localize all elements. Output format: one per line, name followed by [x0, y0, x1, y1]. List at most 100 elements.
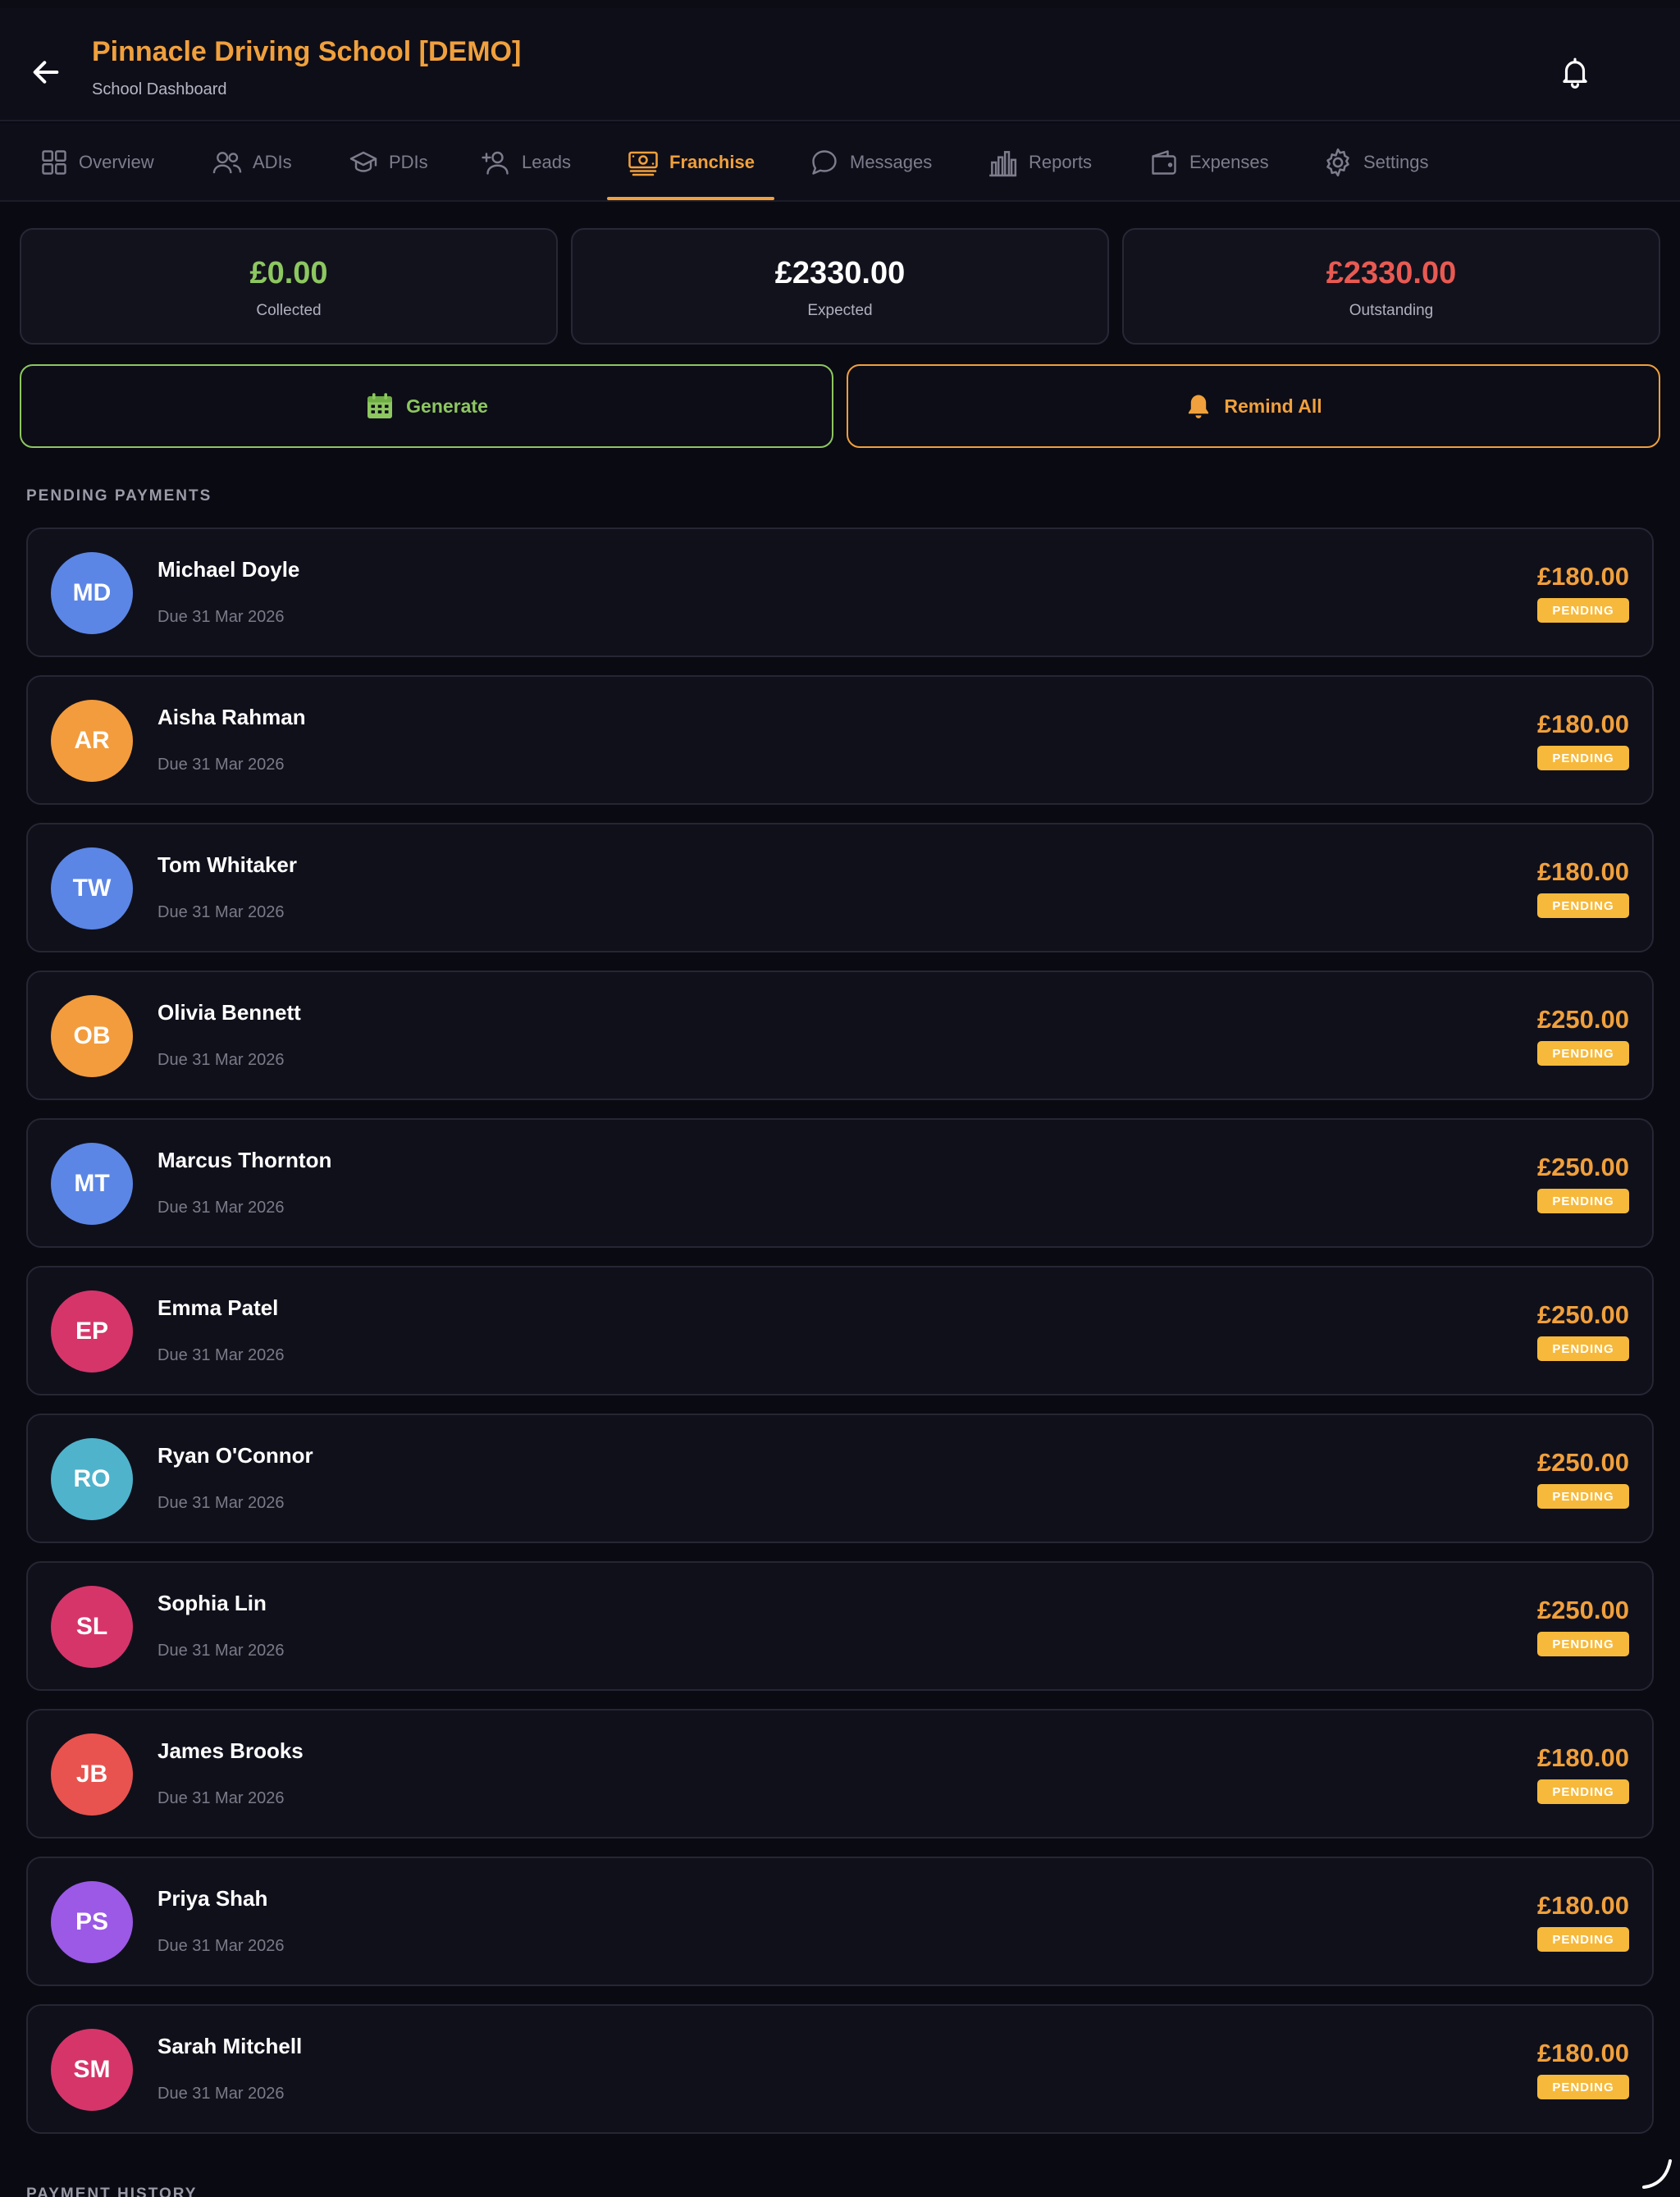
tab-label: Leads	[522, 152, 571, 172]
outstanding-label: Outstanding	[1349, 302, 1434, 319]
avatar: AR	[51, 700, 133, 782]
avatar: OB	[51, 995, 133, 1077]
users-icon	[212, 152, 242, 174]
bell-icon	[1563, 57, 1587, 89]
remind-all-button[interactable]: Remind All	[847, 364, 1660, 448]
tab-label: Reports	[1029, 152, 1093, 172]
status-badge: PENDING	[1537, 1927, 1629, 1952]
avatar: PS	[51, 1881, 133, 1963]
back-button[interactable]	[25, 51, 67, 94]
payment-row[interactable]: EP Emma Patel Due 31 Mar 2026 £250.00 PE…	[26, 1266, 1654, 1395]
due-date: Due 31 Mar 2026	[158, 1199, 285, 1217]
person-name: Aisha Rahman	[158, 705, 306, 729]
remind-all-label: Remind All	[1224, 395, 1322, 417]
avatar: SL	[51, 1586, 133, 1668]
grid-icon	[42, 150, 66, 175]
outstanding-card: £2330.00 Outstanding	[1122, 228, 1660, 345]
expected-label: Expected	[807, 302, 873, 319]
gear-icon	[1326, 148, 1349, 177]
due-date: Due 31 Mar 2026	[158, 1494, 285, 1512]
payment-amount: £180.00	[1536, 2039, 1629, 2067]
person-name: James Brooks	[158, 1738, 304, 1763]
payment-amount: £250.00	[1536, 1005, 1629, 1034]
payment-row[interactable]: SL Sophia Lin Due 31 Mar 2026 £250.00 PE…	[26, 1561, 1654, 1691]
expected-card: £2330.00 Expected	[571, 228, 1109, 345]
payment-history-heading: PAYMENT HISTORY	[26, 2186, 198, 2197]
status-badge: PENDING	[1537, 1779, 1629, 1804]
payment-amount: £180.00	[1536, 710, 1629, 738]
status-badge: PENDING	[1537, 598, 1629, 623]
payment-row[interactable]: PS Priya Shah Due 31 Mar 2026 £180.00 PE…	[26, 1857, 1654, 1986]
avatar: MD	[51, 552, 133, 634]
wallet-icon	[1152, 150, 1176, 175]
collected-amount: £0.00	[249, 256, 328, 290]
person-name: Emma Patel	[158, 1295, 279, 1320]
resize-handle-icon[interactable]	[1639, 2154, 1675, 2190]
tab-pdis[interactable]: PDIs	[348, 123, 428, 202]
payment-row[interactable]: JB James Brooks Due 31 Mar 2026 £180.00 …	[26, 1709, 1654, 1838]
status-badge: PENDING	[1537, 893, 1629, 918]
due-date: Due 31 Mar 2026	[158, 1642, 285, 1660]
franchise-dashboard-page: Pinnacle Driving School [DEMO] School Da…	[0, 0, 1680, 2197]
person-name: Ryan O'Connor	[158, 1443, 313, 1468]
payment-amount: £180.00	[1536, 1891, 1629, 1920]
payment-row[interactable]: OB Olivia Bennett Due 31 Mar 2026 £250.0…	[26, 971, 1654, 1100]
due-date: Due 31 Mar 2026	[158, 2085, 285, 2103]
avatar: EP	[51, 1290, 133, 1373]
tab-franchise[interactable]: Franchise	[627, 123, 755, 202]
outstanding-amount: £2330.00	[1326, 256, 1457, 290]
graduation-cap-icon	[349, 151, 377, 172]
pending-payments-heading: PENDING PAYMENTS	[26, 487, 212, 505]
status-badge: PENDING	[1537, 1041, 1629, 1066]
banknote-icon	[628, 151, 658, 176]
status-badge: PENDING	[1537, 1189, 1629, 1213]
user-plus-icon	[482, 151, 509, 175]
calendar-icon	[368, 393, 393, 418]
chat-bubble-icon	[812, 150, 837, 175]
bell-filled-icon	[1189, 395, 1209, 418]
due-date: Due 31 Mar 2026	[158, 756, 285, 774]
tab-settings[interactable]: Settings	[1322, 123, 1429, 202]
due-date: Due 31 Mar 2026	[158, 1937, 285, 1955]
person-name: Sophia Lin	[158, 1591, 267, 1615]
notifications-button[interactable]	[1552, 49, 1598, 95]
generate-button[interactable]: Generate	[20, 364, 833, 448]
status-badge: PENDING	[1537, 1632, 1629, 1656]
avatar: MT	[51, 1143, 133, 1225]
status-badge: PENDING	[1537, 1484, 1629, 1509]
tab-overview[interactable]: Overview	[39, 123, 154, 202]
tab-reports[interactable]: Reports	[986, 123, 1092, 202]
status-badge: PENDING	[1537, 1336, 1629, 1361]
dashboard-subtitle: School Dashboard	[92, 80, 227, 98]
payment-amount: £250.00	[1536, 1448, 1629, 1477]
payment-row[interactable]: MT Marcus Thornton Due 31 Mar 2026 £250.…	[26, 1118, 1654, 1248]
tab-label: ADIs	[253, 152, 292, 172]
payment-amount: £180.00	[1536, 562, 1629, 591]
tab-leads[interactable]: Leads	[481, 123, 571, 202]
status-bar	[0, 0, 1680, 8]
collected-label: Collected	[256, 302, 322, 319]
payment-amount: £250.00	[1536, 1300, 1629, 1329]
tab-adis[interactable]: ADIs	[212, 123, 292, 202]
payment-row[interactable]: TW Tom Whitaker Due 31 Mar 2026 £180.00 …	[26, 823, 1654, 952]
tab-label: PDIs	[389, 152, 428, 172]
person-name: Tom Whitaker	[158, 852, 297, 877]
due-date: Due 31 Mar 2026	[158, 1346, 285, 1364]
person-name: Marcus Thornton	[158, 1148, 332, 1172]
payment-row[interactable]: RO Ryan O'Connor Due 31 Mar 2026 £250.00…	[26, 1414, 1654, 1543]
payment-row[interactable]: AR Aisha Rahman Due 31 Mar 2026 £180.00 …	[26, 675, 1654, 805]
arrow-left-icon	[33, 61, 59, 84]
payment-amount: £180.00	[1536, 857, 1629, 886]
payment-amount: £250.00	[1536, 1596, 1629, 1624]
status-badge: PENDING	[1537, 746, 1629, 770]
tab-messages[interactable]: Messages	[809, 123, 932, 202]
avatar: JB	[51, 1733, 133, 1816]
generate-label: Generate	[406, 395, 488, 417]
person-name: Olivia Bennett	[158, 1000, 301, 1025]
tab-label: Franchise	[669, 152, 755, 172]
tab-label: Overview	[79, 152, 154, 172]
payment-row[interactable]: SM Sarah Mitchell Due 31 Mar 2026 £180.0…	[26, 2004, 1654, 2134]
payment-row[interactable]: MD Michael Doyle Due 31 Mar 2026 £180.00…	[26, 528, 1654, 657]
tab-expenses[interactable]: Expenses	[1148, 123, 1269, 202]
avatar: TW	[51, 847, 133, 930]
